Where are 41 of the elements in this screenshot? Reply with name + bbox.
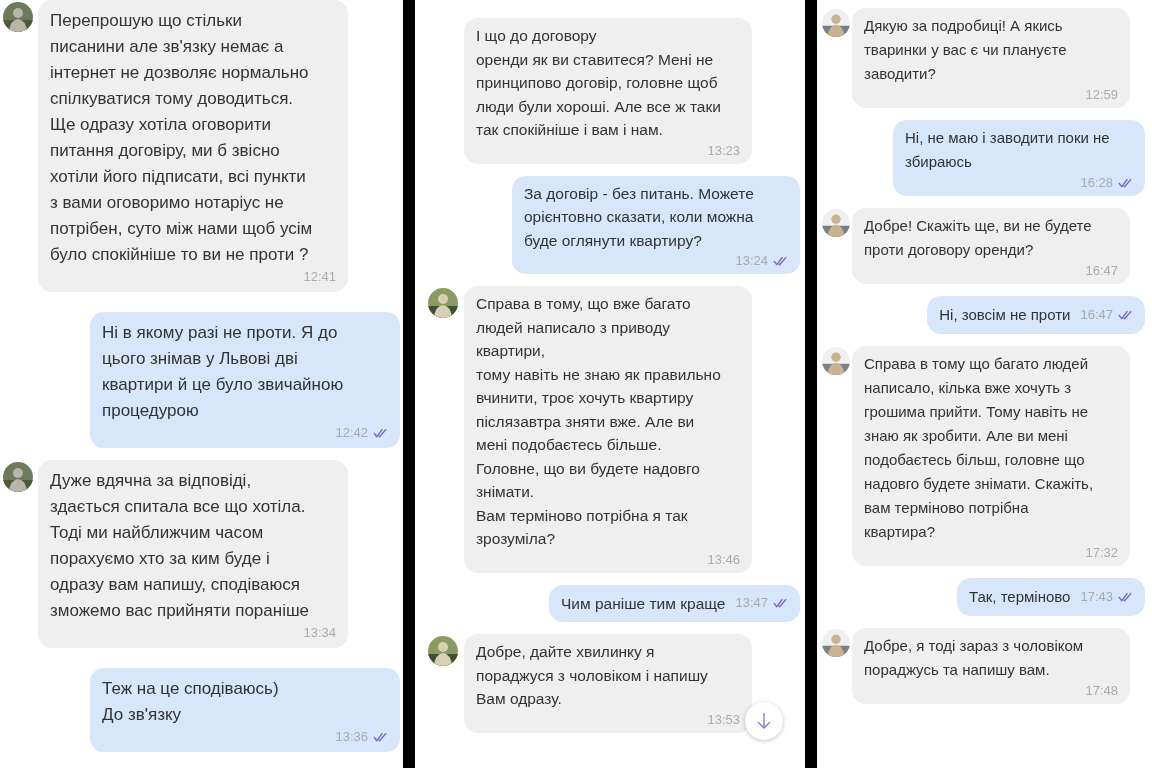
message-text: Добре! Скажіть ще, ви не будете проти договору оренди?: [864, 216, 1093, 260]
message-time: 13:47: [735, 594, 768, 613]
message-time: 13:23: [707, 141, 740, 160]
message-text: Добре, дайте хвилинку я пораджуся з чоловіком і напишу Вам одразу.: [476, 642, 709, 709]
message-time: 13:46: [707, 550, 740, 569]
message-text: Дякую за подробиці! А якись тваринки у вас є чи плануєте заводити?: [864, 16, 1068, 84]
message-time: 17:32: [1085, 544, 1118, 562]
message-text: Ні, зовсім не проти: [939, 305, 1071, 325]
message-time: 16:47: [1080, 306, 1113, 324]
message-time: 17:48: [1085, 682, 1118, 700]
message-text: Ні в якому разі не проти. Я до цього знімав у Львові дві квартири й це було звичайною процедурою: [102, 322, 345, 422]
message-text: І що до договору оренди як ви ставитеся? Мені не принципово договір, головне щоб люди були хороші. Але все ж таки так спокійніше і вам і нам.: [476, 26, 722, 140]
message-time: 16:47: [1085, 262, 1118, 280]
avatar[interactable]: [822, 346, 850, 376]
message-text: Дуже вдячна за відповіді, здається спитала все що хотіла. Тоді ми найближчим часом порахуємо хто за ким буде і одразу вам напишу, сподіваюся зможемо вас прийняти пораніше: [50, 470, 311, 622]
message-time: 17:43: [1080, 588, 1113, 606]
message-text: Чим раніше тим краще: [560, 593, 726, 614]
message-text: Так, терміново: [968, 587, 1071, 607]
avatar[interactable]: [428, 286, 458, 320]
message-text: Добре, я тоді зараз з чоловіком пораджусь та напишу вам.: [864, 636, 1085, 680]
message-text: За договір - без питань. Можете орієнтовно сказати, коли можна буде оглянути квартиру?: [524, 183, 755, 251]
message-time: 12:59: [1085, 86, 1118, 104]
message-time: 13:24: [735, 252, 768, 270]
avatar[interactable]: [822, 8, 850, 38]
avatar[interactable]: [822, 628, 850, 658]
message-time: 16:28: [1080, 174, 1113, 192]
message-time: 12:41: [303, 268, 336, 286]
message-text: Справа в тому, що вже багато людей написало з приводу квартири, тому навіть не знаю як правильно вчинити, троє хочуть квартиру післязавтра зняти вже. Але ви мені подобаєтесь більше. Головне, що ви будете надовго знімати. Вам терміново потрібна я так зрозуміла?: [476, 294, 722, 549]
avatar[interactable]: [3, 460, 33, 494]
message-time: 13:36: [335, 728, 368, 746]
message-text: Теж на це сподіваюсь) До зв'язку: [102, 678, 280, 726]
scroll-down-button[interactable]: [745, 702, 783, 740]
message-text: Справа в тому що багато людей написало, кілька вже хочуть з грошима прийти. Тому навіть не знаю як зробити. Але ви мені подобаєтесь більш, головне що надовго будете знімати. Скажіть, вам терміново потрібна квартира?: [864, 354, 1095, 542]
message-time: 12:42: [335, 424, 368, 442]
message-time: 13:53: [707, 710, 740, 729]
avatar[interactable]: [3, 0, 33, 34]
message-text: Перепрошую що стільки писанини але зв'язку немає а інтернет не дозволяє нормально спілкуватися тому доводиться. Ще одразу хотіла оговорити питання договіру, ми б звісно хотіли його підписати, всі пункти з вами оговоримо нотаріус не потрібен, суто між нами щоб усім було спокійніше то ви не проти ?: [50, 10, 314, 266]
avatar[interactable]: [822, 208, 850, 238]
message-time: 13:34: [303, 624, 336, 642]
avatar[interactable]: [428, 634, 458, 668]
message-text: Ні, не маю і заводити поки не збираюсь: [905, 128, 1111, 172]
